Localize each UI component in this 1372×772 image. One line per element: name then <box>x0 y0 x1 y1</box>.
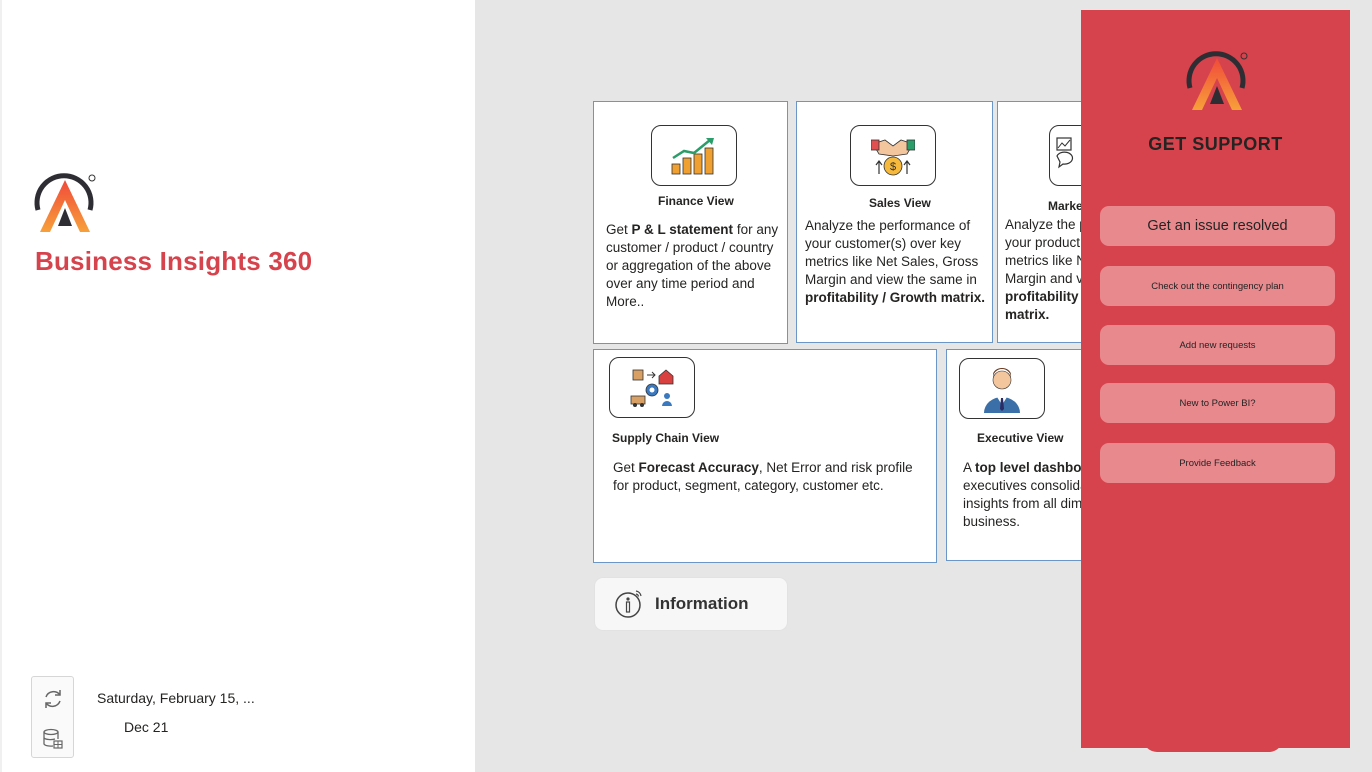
supply-chain-view-card[interactable]: Supply Chain View Get Forecast Accuracy,… <box>593 349 937 563</box>
info-icon <box>615 590 642 618</box>
finance-view-description: Get P & L statement for any customer / p… <box>606 222 779 309</box>
atliq-logo-icon <box>34 173 96 232</box>
marketing-view-title: Marke <box>1048 199 1083 213</box>
executive-view-title: Executive View <box>977 431 1064 445</box>
sales-view-title: Sales View <box>869 196 931 210</box>
supply-chain-view-description: Get Forecast Accuracy, Net Error and ris… <box>613 460 913 493</box>
contingency-plan-button[interactable]: Check out the contingency plan <box>1100 266 1335 306</box>
get-issue-resolved-button[interactable]: Get an issue resolved <box>1100 206 1335 246</box>
refresh-icon[interactable] <box>41 687 65 711</box>
data-month: Dec 21 <box>124 719 169 735</box>
get-support-panel: GET SUPPORT Get an issue resolved Check … <box>1081 10 1350 748</box>
finance-chart-icon <box>651 125 737 186</box>
new-to-power-bi-button[interactable]: New to Power BI? <box>1100 383 1335 423</box>
handshake-money-icon: $ <box>850 125 936 186</box>
last-refresh-date: Saturday, February 15, ... <box>97 690 255 706</box>
sales-view-description: Analyze the performance of your customer… <box>805 218 986 305</box>
add-new-requests-button[interactable]: Add new requests <box>1100 325 1335 365</box>
provide-feedback-button[interactable]: Provide Feedback <box>1100 443 1335 483</box>
database-refresh-icon[interactable] <box>41 727 65 751</box>
information-button[interactable]: Information <box>595 578 787 630</box>
supply-chain-icon <box>609 357 695 418</box>
refresh-panel <box>31 676 74 758</box>
finance-view-title: Finance View <box>658 194 734 208</box>
executive-person-icon <box>959 358 1045 419</box>
app-title: Business Insights 360 <box>35 246 313 276</box>
left-panel: Business Insights 360 Saturday, February… <box>0 0 475 772</box>
information-button-label: Information <box>655 594 749 613</box>
atliq-logo-icon <box>1186 51 1248 110</box>
sales-view-card[interactable]: $ Sales View Analyze the performance of … <box>796 101 993 343</box>
supply-chain-view-title: Supply Chain View <box>612 431 720 445</box>
get-support-title: GET SUPPORT <box>1148 134 1283 154</box>
finance-view-card[interactable]: Finance View Get P & L statement for any… <box>593 101 788 344</box>
svg-text:$: $ <box>890 161 896 173</box>
